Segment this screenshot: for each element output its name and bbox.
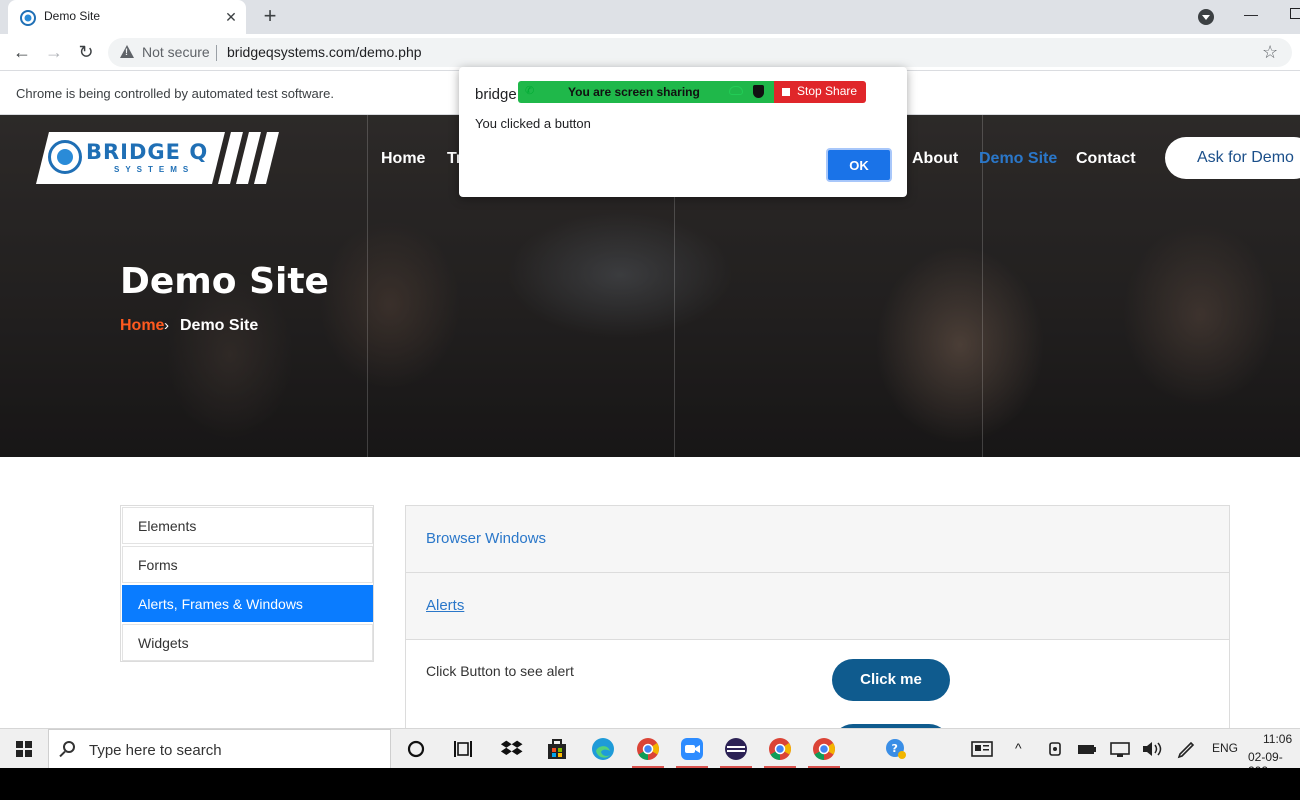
help-icon[interactable]: ?: [884, 737, 908, 761]
url-text[interactable]: bridgeqsystems.com/demo.php: [227, 44, 422, 60]
sidebar-item-label: Forms: [138, 557, 178, 573]
breadcrumb-chevron-icon: ›: [164, 317, 169, 334]
dialog-message: You clicked a button: [475, 116, 591, 131]
eclipse-icon[interactable]: [724, 737, 748, 761]
windows-start-icon[interactable]: [16, 741, 32, 757]
browser-windows-link[interactable]: Browser Windows: [426, 530, 546, 547]
cloud-icon: [729, 86, 743, 95]
clock-time[interactable]: 11:06: [1263, 732, 1292, 746]
click-me-button[interactable]: Click me: [832, 659, 950, 701]
warning-icon[interactable]: [120, 45, 134, 58]
logo-subtext: SYSTEMS: [114, 165, 195, 174]
sidebar-item-elements[interactable]: Elements: [122, 507, 373, 544]
sidebar-item-widgets[interactable]: Widgets: [122, 624, 373, 661]
breadcrumb-current: Demo Site: [180, 317, 259, 334]
svg-text:?: ?: [892, 742, 898, 755]
browser-toolbar: ← → ↻ Not secure bridgeqsystems.com/demo…: [0, 34, 1300, 71]
panel-row-browser-windows: Browser Windows: [406, 506, 1229, 573]
sidebar-item-label: Elements: [138, 518, 197, 534]
dropbox-icon[interactable]: [500, 737, 524, 761]
sidebar-item-forms[interactable]: Forms: [122, 546, 373, 583]
shield-icon: [753, 85, 764, 98]
main-content: Elements Forms Alerts, Frames & Windows …: [0, 457, 1300, 766]
share-status-text: You are screen sharing: [568, 85, 700, 99]
screen-bottom-border: [0, 768, 1300, 800]
news-widget-icon[interactable]: [970, 737, 994, 761]
phone-icon: ✆: [525, 85, 535, 97]
tab-close-icon[interactable]: ✕: [222, 8, 240, 26]
infobar-text: Chrome is being controlled by automated …: [16, 86, 334, 101]
alert-instruction: Click Button to see alert: [426, 663, 574, 679]
taskbar-search-input[interactable]: Type here to search: [48, 729, 391, 769]
minimize-icon[interactable]: —: [1244, 6, 1258, 22]
nav-contact[interactable]: Contact: [1076, 150, 1136, 168]
tab-title: Demo Site: [44, 9, 101, 23]
omnibox-divider: [216, 45, 217, 61]
edge-icon[interactable]: [591, 737, 615, 761]
chrome-active-icon[interactable]: [812, 737, 836, 761]
pen-icon[interactable]: [1175, 737, 1199, 761]
dialog-ok-button[interactable]: OK: [826, 148, 892, 182]
panel-row-alerts: Alerts: [406, 573, 1229, 640]
back-icon[interactable]: ←: [10, 40, 34, 64]
category-sidebar: Elements Forms Alerts, Frames & Windows …: [120, 505, 374, 662]
windows-taskbar: Type here to search ? ^ ENG 11:06 02-09-…: [0, 728, 1300, 778]
meet-now-icon[interactable]: [1044, 737, 1068, 761]
language-indicator[interactable]: ENG: [1212, 741, 1238, 755]
zoom-icon[interactable]: [680, 737, 704, 761]
sidebar-item-label: Alerts, Frames & Windows: [138, 596, 303, 612]
screen-share-bar: ✆ You are screen sharing Stop Share: [518, 81, 866, 103]
stop-icon: [782, 88, 790, 96]
chrome-icon[interactable]: [768, 737, 792, 761]
page-title: Demo Site: [120, 261, 329, 302]
dialog-ok-label: OK: [849, 158, 869, 173]
ask-for-demo-label: Ask for Demo: [1197, 149, 1294, 166]
new-tab-button[interactable]: +: [258, 5, 282, 29]
stop-share-button[interactable]: Stop Share: [774, 81, 866, 103]
store-icon[interactable]: [545, 737, 569, 761]
cortana-icon[interactable]: [404, 737, 428, 761]
network-icon[interactable]: [1108, 737, 1132, 761]
alerts-link[interactable]: Alerts: [426, 597, 464, 614]
address-bar[interactable]: Not secure bridgeqsystems.com/demo.php ☆: [108, 38, 1292, 67]
tray-expand-icon[interactable]: ^: [1015, 740, 1022, 756]
maximize-icon[interactable]: [1290, 8, 1300, 19]
search-icon: [63, 741, 75, 753]
sidebar-item-label: Widgets: [138, 635, 189, 651]
ask-for-demo-button[interactable]: Ask for Demo: [1165, 137, 1300, 179]
hero-divider: [367, 115, 368, 457]
nav-about[interactable]: About: [912, 150, 958, 168]
volume-icon[interactable]: [1140, 737, 1164, 761]
nav-demo-site[interactable]: Demo Site: [979, 150, 1057, 168]
nav-home[interactable]: Home: [381, 150, 425, 168]
battery-icon[interactable]: [1075, 737, 1099, 761]
browser-tab-strip: Demo Site ✕ + —: [0, 0, 1300, 34]
search-placeholder: Type here to search: [89, 742, 222, 759]
demo-panel: Browser Windows Alerts Click Button to s…: [405, 505, 1230, 766]
dialog-title: bridge: [475, 86, 517, 103]
breadcrumb-home-link[interactable]: Home: [120, 317, 164, 335]
logo-text: BRIDGE Q: [86, 140, 209, 164]
forward-icon[interactable]: →: [42, 40, 66, 64]
browser-tab[interactable]: Demo Site ✕: [8, 0, 246, 34]
task-view-icon[interactable]: [452, 737, 476, 761]
click-me-label: Click me: [860, 671, 922, 688]
chrome-profile-icon[interactable]: [636, 737, 660, 761]
site-logo[interactable]: BRIDGE Q SYSTEMS: [36, 132, 279, 184]
logo-emblem-icon: [48, 140, 82, 174]
bookmark-star-icon[interactable]: ☆: [1262, 42, 1278, 63]
sidebar-item-alerts-frames-windows[interactable]: Alerts, Frames & Windows: [122, 585, 373, 622]
reload-icon[interactable]: ↻: [74, 40, 98, 64]
site-favicon-icon: [20, 10, 36, 26]
stop-share-label: Stop Share: [797, 84, 858, 98]
tab-search-icon[interactable]: [1198, 9, 1214, 25]
not-secure-label[interactable]: Not secure: [142, 44, 210, 60]
share-status: ✆ You are screen sharing: [518, 81, 774, 103]
